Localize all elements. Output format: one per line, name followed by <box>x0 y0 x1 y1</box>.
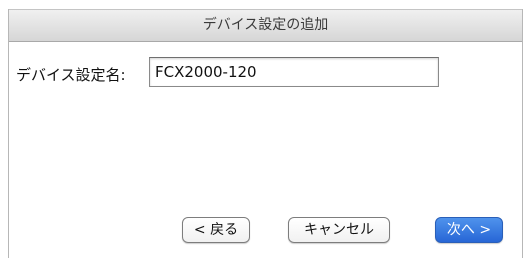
device-settings-name-input[interactable] <box>149 57 439 87</box>
device-settings-name-label: デバイス設定名: <box>16 66 126 84</box>
cancel-button[interactable]: キャンセル <box>288 217 390 243</box>
back-button[interactable]: < 戻る <box>182 217 250 243</box>
add-device-settings-dialog: デバイス設定の追加 デバイス設定名: < 戻る キャンセル 次へ > <box>8 9 523 258</box>
next-button[interactable]: 次へ > <box>435 217 503 243</box>
dialog-title: デバイス設定の追加 <box>9 9 522 42</box>
